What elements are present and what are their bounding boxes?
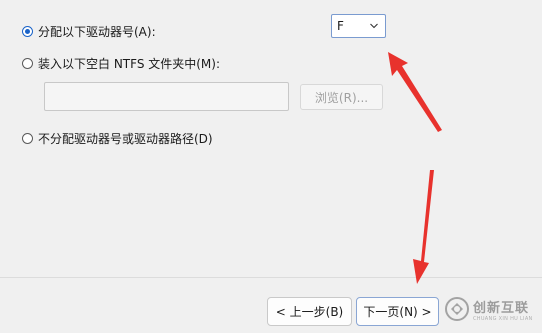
back-button[interactable]: < 上一步(B) bbox=[267, 297, 352, 326]
drive-letter-value: F bbox=[337, 19, 344, 33]
folder-path-input[interactable] bbox=[44, 82, 289, 111]
watermark-logo: 创新互联 CHUANG XIN HU LIAN bbox=[444, 296, 533, 322]
assign-letter-radio[interactable] bbox=[22, 26, 33, 37]
no-letter-radio[interactable] bbox=[22, 133, 33, 144]
next-button[interactable]: 下一页(N) > bbox=[356, 297, 439, 326]
watermark-subtext: CHUANG XIN HU LIAN bbox=[473, 315, 533, 322]
arrow-to-next-icon bbox=[413, 170, 434, 284]
watermark-icon bbox=[445, 297, 469, 321]
mount-folder-label: 装入以下空白 NTFS 文件夹中(M): bbox=[38, 57, 221, 71]
footer-divider bbox=[0, 277, 542, 278]
no-letter-option[interactable]: 不分配驱动器号或驱动器路径(D) bbox=[22, 130, 213, 147]
chevron-down-icon bbox=[370, 23, 378, 29]
watermark-name: 创新互联 bbox=[473, 300, 530, 316]
browse-button[interactable]: 浏览(R)... bbox=[300, 84, 383, 110]
arrow-to-select-icon bbox=[388, 52, 442, 132]
mount-folder-radio[interactable] bbox=[22, 58, 33, 69]
no-letter-label: 不分配驱动器号或驱动器路径(D) bbox=[38, 132, 213, 146]
drive-letter-select[interactable]: F bbox=[331, 14, 386, 38]
annotation-arrows bbox=[388, 52, 442, 284]
assign-letter-label: 分配以下驱动器号(A): bbox=[38, 25, 156, 39]
assign-letter-option[interactable]: 分配以下驱动器号(A): bbox=[22, 23, 156, 40]
mount-folder-option[interactable]: 装入以下空白 NTFS 文件夹中(M): bbox=[22, 55, 220, 72]
